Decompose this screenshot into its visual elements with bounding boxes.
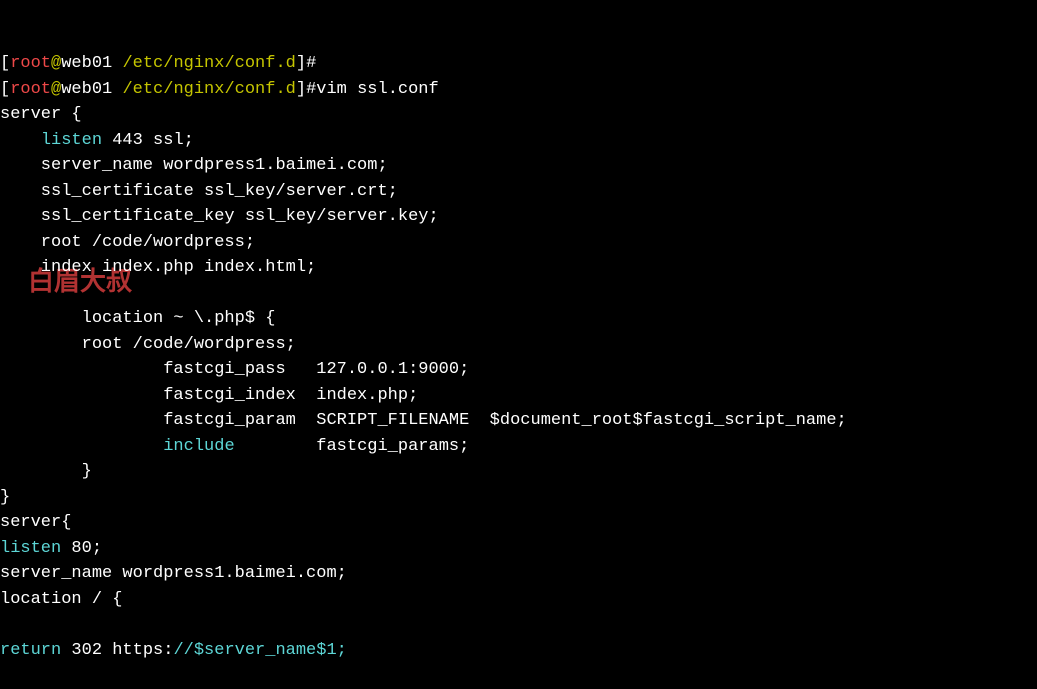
prompt-line-truncated: [root@web01 /etc/nginx/conf.d]# xyxy=(0,54,316,73)
config-line: fastcgi_pass 127.0.0.1:9000; xyxy=(0,360,469,379)
config-line: root /code/wordpress; xyxy=(0,233,255,252)
config-line: root /code/wordpress; xyxy=(0,335,296,354)
config-line: server_name wordpress1.baimei.com; xyxy=(0,156,388,175)
keyword-listen: listen xyxy=(0,539,61,558)
config-line: location ~ \.php$ { xyxy=(0,309,275,328)
config-line: } xyxy=(0,488,10,507)
command-text: vim ssl.conf xyxy=(316,80,438,99)
keyword-return: return xyxy=(0,641,61,660)
config-line: server{ xyxy=(0,513,71,532)
config-line: ssl_certificate_key ssl_key/server.key; xyxy=(0,207,439,226)
keyword-listen: listen xyxy=(41,131,102,150)
config-line: } xyxy=(0,462,92,481)
config-line: ssl_certificate ssl_key/server.crt; xyxy=(0,182,398,201)
config-line: index index.php index.html; xyxy=(0,258,316,277)
config-line: fastcgi_param SCRIPT_FILENAME $document_… xyxy=(0,411,847,430)
terminal-output: 白眉大叔 [root@web01 /etc/nginx/conf.d]# [ro… xyxy=(0,0,1037,689)
config-line: return 302 https://$server_name$1; xyxy=(0,641,347,660)
config-line: listen 80; xyxy=(0,539,102,558)
terminal-content: [root@web01 /etc/nginx/conf.d]# [root@we… xyxy=(0,51,1037,663)
config-line: fastcgi_index index.php; xyxy=(0,386,418,405)
keyword-include: include xyxy=(163,437,234,456)
config-line: server { xyxy=(0,105,82,124)
config-line: location / { xyxy=(0,590,122,609)
config-line: include fastcgi_params; xyxy=(0,437,469,456)
config-line: listen 443 ssl; xyxy=(0,131,194,150)
config-line: server_name wordpress1.baimei.com; xyxy=(0,564,347,583)
prompt-line-command: [root@web01 /etc/nginx/conf.d]#vim ssl.c… xyxy=(0,80,439,99)
